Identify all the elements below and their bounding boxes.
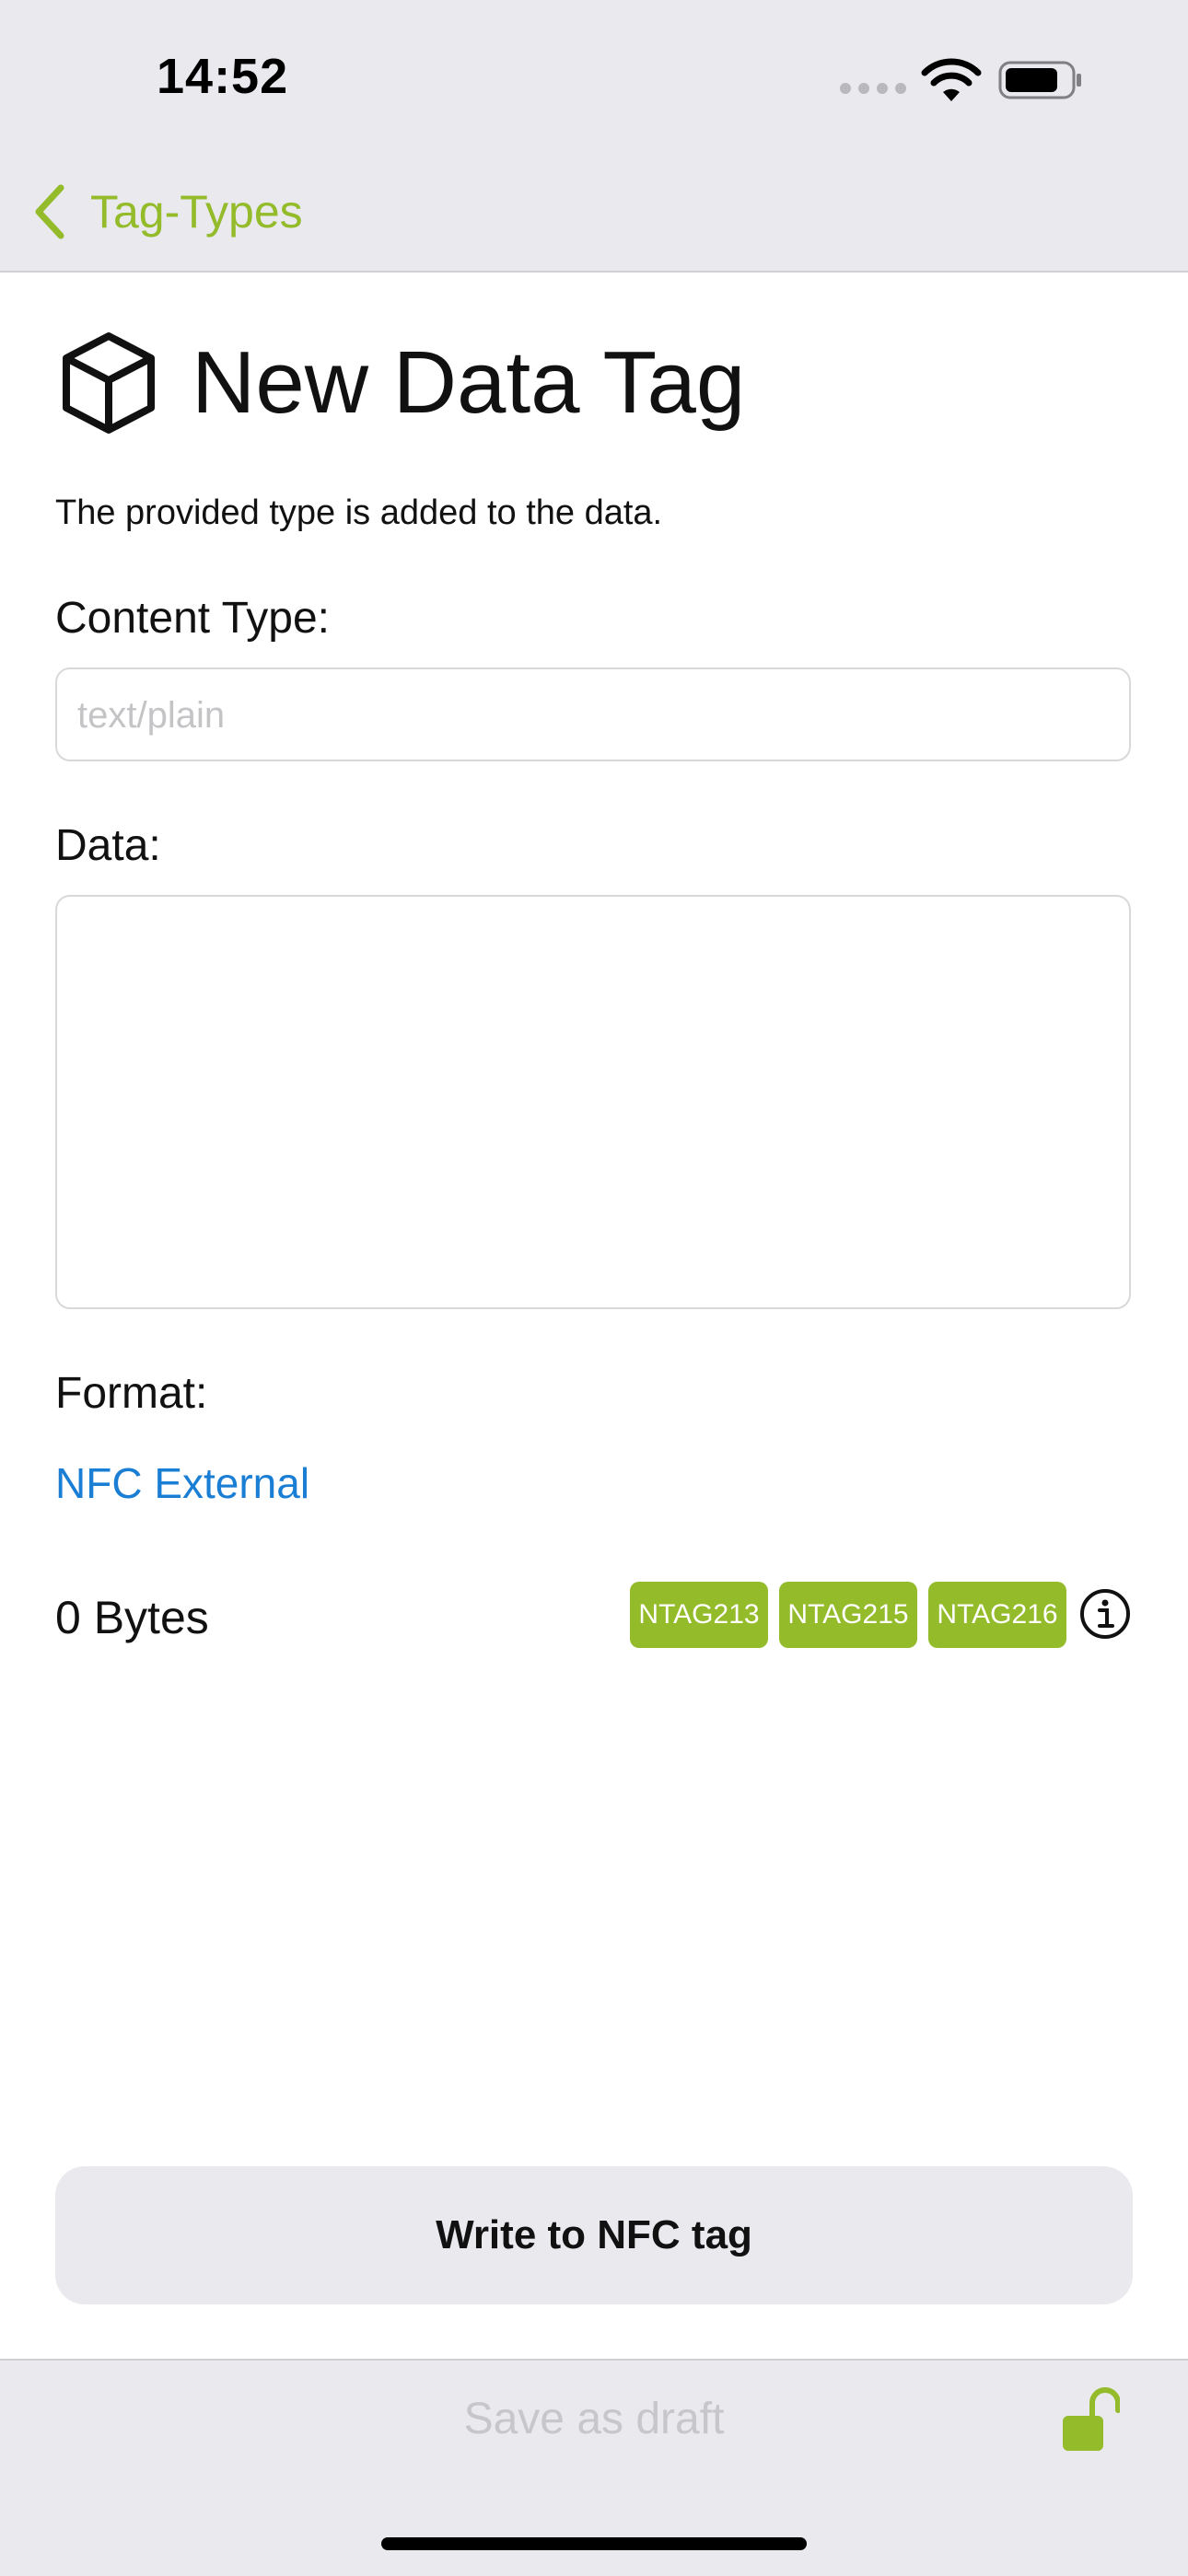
home-indicator — [381, 2537, 807, 2550]
unlocked-padlock-icon[interactable] — [1059, 2385, 1120, 2454]
page-description: The provided type is added to the data. — [55, 493, 663, 532]
page-header: New Data Tag — [59, 328, 745, 438]
write-to-nfc-button[interactable]: Write to NFC tag — [55, 2166, 1133, 2304]
data-label: Data: — [55, 821, 161, 870]
page-title: New Data Tag — [192, 333, 746, 432]
content-type-label: Content Type: — [55, 594, 330, 643]
format-selector[interactable]: NFC External — [55, 1458, 309, 1508]
chip-ntag213: NTAG213 — [630, 1582, 768, 1648]
chip-ntag215: NTAG215 — [779, 1582, 917, 1648]
wifi-icon — [921, 58, 982, 101]
back-button[interactable]: Tag-Types — [33, 175, 303, 249]
battery-icon — [998, 61, 1081, 99]
status-time: 14:52 — [157, 49, 289, 104]
info-icon[interactable] — [1078, 1587, 1132, 1641]
chip-ntag216: NTAG216 — [928, 1582, 1066, 1648]
cellular-signal-icon — [840, 83, 906, 96]
format-label: Format: — [55, 1369, 208, 1418]
content-type-input[interactable]: text/plain — [55, 667, 1131, 761]
save-draft-button[interactable]: Save as draft — [0, 2394, 1188, 2444]
back-button-label: Tag-Types — [90, 186, 303, 238]
content-type-placeholder: text/plain — [77, 695, 226, 736]
data-textarea[interactable] — [55, 895, 1131, 1309]
byte-count: 0 Bytes — [55, 1592, 209, 1643]
cube-icon — [63, 332, 155, 434]
chevron-left-icon — [35, 184, 64, 239]
